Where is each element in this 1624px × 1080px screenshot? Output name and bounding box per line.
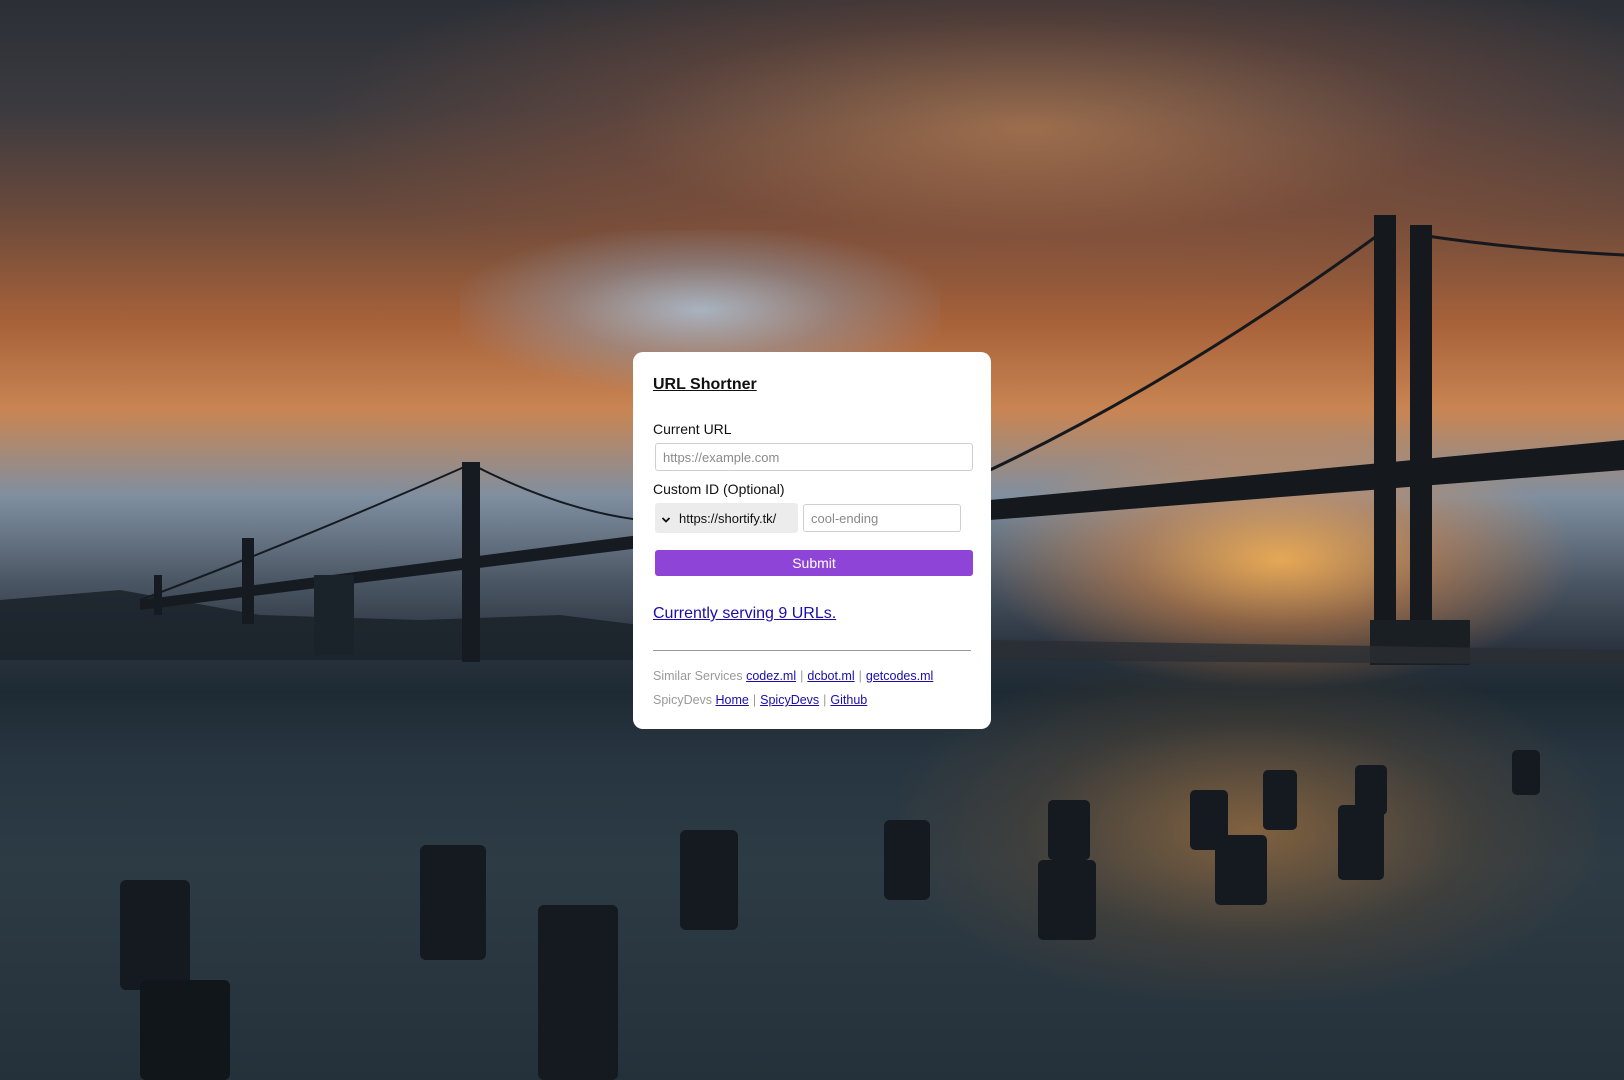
separator: |: [823, 693, 827, 707]
current-url-input[interactable]: [655, 443, 973, 471]
custom-id-input[interactable]: [803, 504, 961, 532]
link-spicydevs[interactable]: SpicyDevs: [760, 693, 819, 707]
spicydevs-row: SpicyDevs Home | SpicyDevs | Github: [653, 688, 971, 712]
link-getcodes[interactable]: getcodes.ml: [866, 669, 933, 683]
link-codez[interactable]: codez.ml: [746, 669, 796, 683]
link-dcbot[interactable]: dcbot.ml: [807, 669, 854, 683]
link-github[interactable]: Github: [830, 693, 867, 707]
divider: [653, 650, 971, 651]
spicydevs-label: SpicyDevs: [653, 693, 713, 707]
serving-count-link[interactable]: Currently serving 9 URLs.: [653, 605, 836, 623]
link-home[interactable]: Home: [716, 693, 749, 707]
domain-select-value: https://shortify.tk/: [679, 510, 777, 526]
separator: |: [752, 693, 757, 707]
chevron-down-icon: [661, 513, 671, 523]
separator: |: [858, 669, 862, 683]
custom-id-row: https://shortify.tk/: [655, 503, 971, 533]
similar-services-label: Similar Services: [653, 669, 743, 683]
footer-links: Similar Services codez.ml | dcbot.ml | getco…: [653, 664, 971, 712]
custom-id-label: Custom ID (Optional): [653, 481, 785, 497]
separator: |: [800, 669, 804, 683]
url-shortener-card: URL Shortner Current URL Custom ID (Opti…: [633, 352, 991, 729]
current-url-label: Current URL: [653, 421, 732, 437]
submit-button[interactable]: Submit: [655, 550, 973, 576]
domain-select[interactable]: https://shortify.tk/: [655, 503, 798, 533]
similar-services-row: Similar Services codez.ml | dcbot.ml | getco…: [653, 664, 971, 688]
page-title: URL Shortner: [653, 376, 757, 393]
